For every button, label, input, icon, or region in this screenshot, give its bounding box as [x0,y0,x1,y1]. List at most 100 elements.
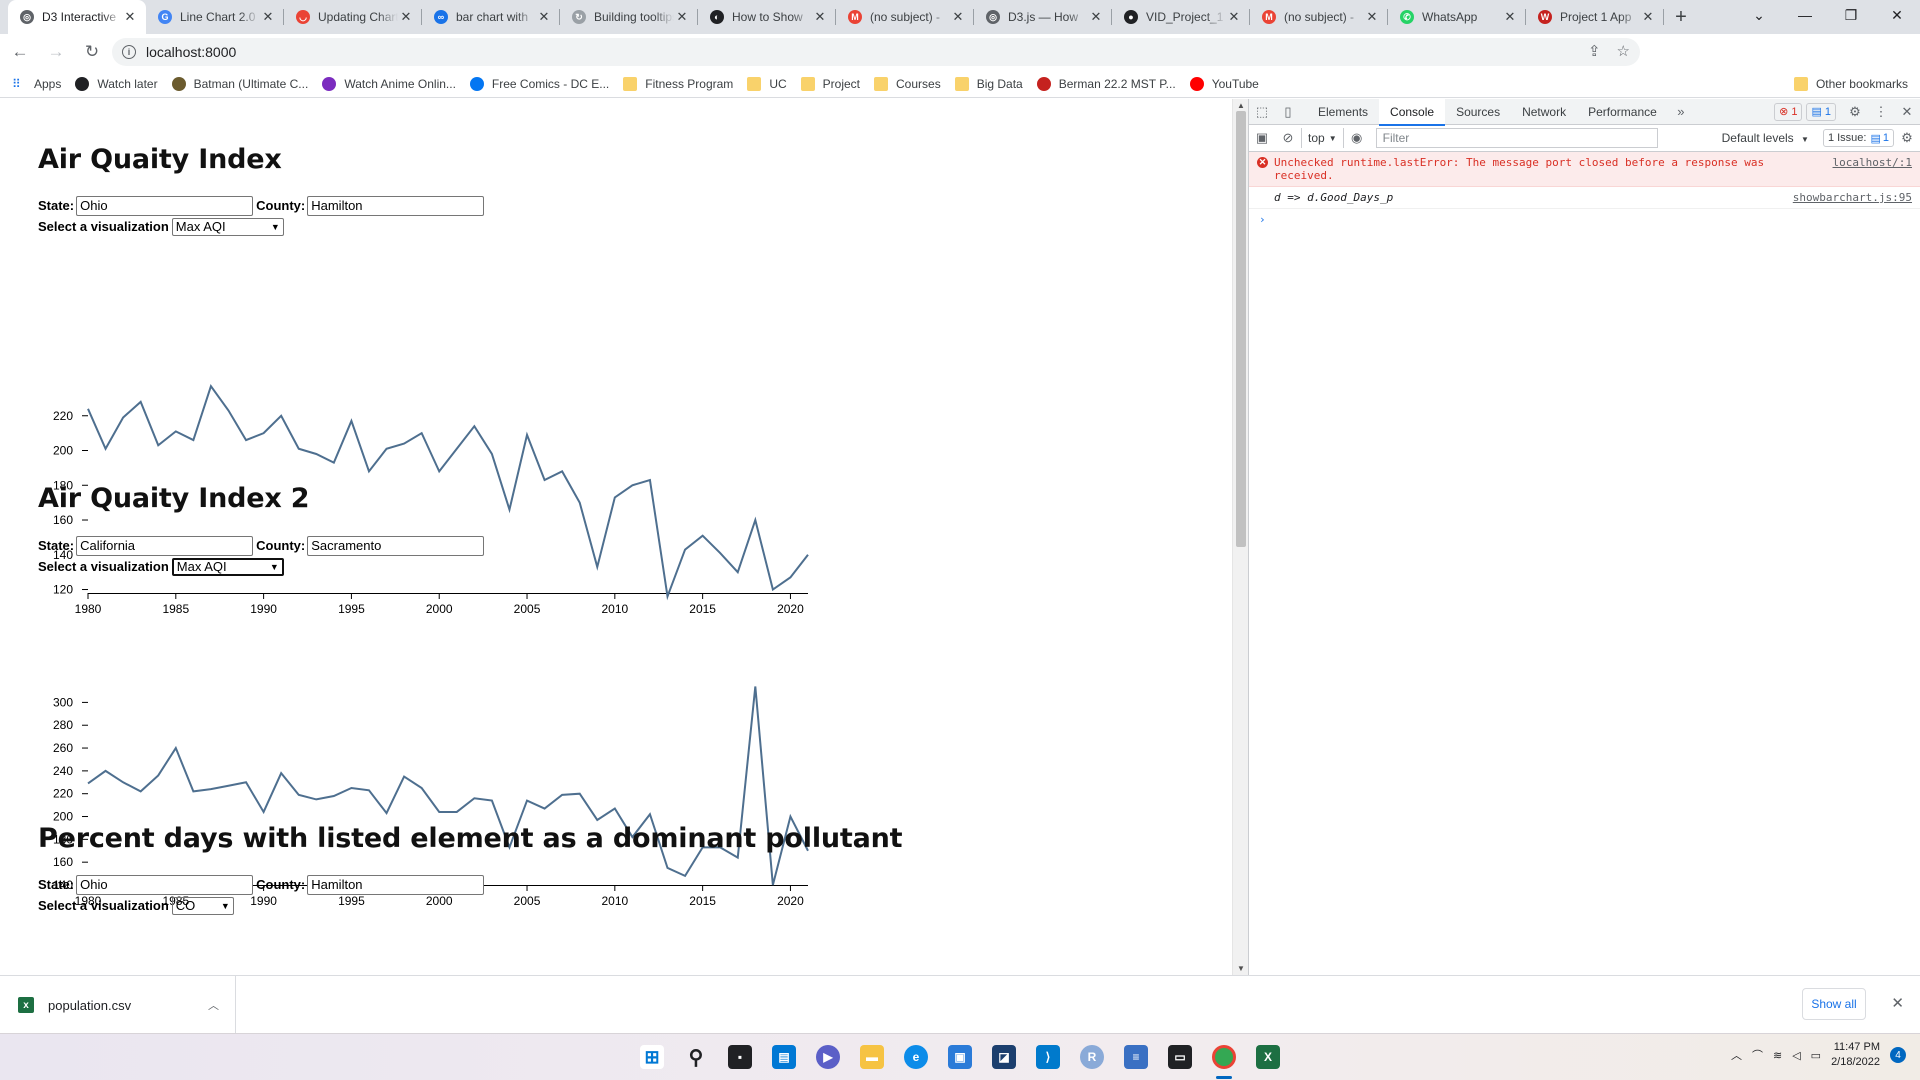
browser-tab[interactable]: ↻ Building tooltips ✕ [560,0,698,34]
bookmark-item[interactable]: Free Comics - DC E... [469,76,609,91]
vscode-icon[interactable]: ⟩ [1036,1045,1060,1069]
bookmark-item[interactable]: ⠿ Apps [12,77,61,91]
browser-tab[interactable]: W Project 1 App ✕ [1526,0,1664,34]
tab-close-icon[interactable]: ✕ [398,9,414,25]
app-icon[interactable]: ◪ [992,1045,1016,1069]
bookmark-item[interactable]: UC [747,76,787,91]
download-item[interactable]: x population.csv ︿ [0,976,236,1034]
terminal-icon[interactable]: ▭ [1168,1045,1192,1069]
store-icon[interactable]: ▣ [948,1045,972,1069]
tab-close-icon[interactable]: ✕ [1364,9,1380,25]
new-tab-button[interactable]: + [1664,0,1698,34]
bookmark-item[interactable]: Berman 22.2 MST P... [1036,76,1176,91]
back-icon[interactable]: ← [4,36,36,68]
settings-gear-icon[interactable]: ⚙ [1842,99,1868,125]
restore-icon[interactable]: ❐ [1828,0,1874,30]
visualization-select[interactable]: Max AQI ▼ [171,217,284,236]
tab-close-icon[interactable]: ✕ [1088,9,1104,25]
notepad-icon[interactable]: ≡ [1124,1045,1148,1069]
console-error-message[interactable]: ✕ Unchecked runtime.lastError: The messa… [1249,152,1920,187]
site-info-icon[interactable]: i [122,45,136,59]
devtools-tab-console[interactable]: Console [1379,98,1446,126]
clock[interactable]: 11:47 PM 2/18/2022 [1831,1040,1880,1070]
search-icon[interactable]: ⚲ [684,1045,708,1069]
console-filter-input[interactable]: Filter [1375,128,1658,148]
tab-close-icon[interactable]: ✕ [950,9,966,25]
log-levels-select[interactable]: Default levels ▼ [1722,131,1809,145]
teams-chat-icon[interactable]: ▶ [816,1045,840,1069]
volume-icon[interactable]: ◁ [1792,1049,1800,1062]
tab-close-icon[interactable]: ✕ [674,9,690,25]
chevron-up-icon[interactable]: ︿ [208,997,219,1013]
bookmark-item[interactable]: Watch later [75,76,158,91]
tab-close-icon[interactable]: ✕ [1502,9,1518,25]
browser-tab[interactable]: ● VID_Project_1 ✕ [1112,0,1250,34]
browser-tab[interactable]: ◎ D3 Interactive ✕ [8,0,146,34]
chrome-icon[interactable] [1212,1045,1236,1069]
wifi-icon[interactable]: ≋ [1773,1049,1782,1062]
clear-console-icon[interactable]: ⊘ [1275,125,1301,151]
tab-close-icon[interactable]: ✕ [536,9,552,25]
county-input[interactable] [307,195,485,216]
browser-tab[interactable]: ◡ Updating Charts ✕ [284,0,422,34]
excel-icon[interactable]: X [1256,1045,1280,1069]
file-explorer-icon[interactable]: ▬ [860,1045,884,1069]
bookmark-item[interactable]: Courses [874,76,941,91]
sidebar-toggle-icon[interactable]: ▣ [1249,125,1275,151]
tab-search-icon[interactable]: ⌄ [1736,0,1782,30]
close-shelf-icon[interactable]: ✕ [1891,994,1904,1012]
console-log-message[interactable]: d => d.Good_Days_p showbarchart.js:95 [1249,187,1920,209]
edge-browser-icon[interactable]: e [904,1045,928,1069]
browser-tab[interactable]: ✆ WhatsApp ✕ [1388,0,1526,34]
browser-tab[interactable]: M (no subject) - ✕ [836,0,974,34]
error-count-badge[interactable]: ⊗ 1 [1774,102,1803,121]
address-bar[interactable]: i localhost:8000 ⇪ ☆ [112,38,1640,66]
console-settings-icon[interactable]: ⚙ [1894,125,1920,151]
task-view-icon[interactable]: ▪ [728,1045,752,1069]
scroll-down-icon[interactable]: ▼ [1237,964,1245,973]
devtools-menu-icon[interactable]: ⋮ [1868,99,1894,125]
page-scrollbar[interactable]: ▲ ▼ [1232,99,1248,975]
browser-tab[interactable]: G Line Chart 2.0 ✕ [146,0,284,34]
error-source-link[interactable]: localhost/:1 [1817,156,1912,182]
notification-badge[interactable]: 4 [1890,1047,1906,1063]
r-icon[interactable]: R [1080,1045,1104,1069]
bookmark-item[interactable]: YouTube [1189,76,1259,91]
close-devtools-icon[interactable]: ✕ [1894,99,1920,125]
devtools-tab-elements[interactable]: Elements [1307,99,1379,125]
browser-tab[interactable]: ◎ D3.js — How ✕ [974,0,1112,34]
visualization-select[interactable]: CO ▼ [171,896,234,915]
network-icon[interactable]: ⌒ [1752,1047,1763,1063]
tab-close-icon[interactable]: ✕ [260,9,276,25]
tab-close-icon[interactable]: ✕ [122,9,138,25]
reload-icon[interactable]: ↻ [76,36,108,68]
show-all-button[interactable]: Show all [1802,988,1866,1020]
context-select[interactable]: top ▼ [1301,128,1344,148]
tab-close-icon[interactable]: ✕ [1226,9,1242,25]
windows-start-icon[interactable]: ⊞ [640,1045,664,1069]
battery-icon[interactable]: ▭ [1811,1049,1821,1062]
share-icon[interactable]: ⇪ [1588,42,1601,60]
browser-tab[interactable]: M (no subject) - ✕ [1250,0,1388,34]
tray-overflow-icon[interactable]: ︿ [1731,1047,1742,1063]
widgets-icon[interactable]: ▤ [772,1045,796,1069]
other-bookmarks[interactable]: Other bookmarks [1793,77,1908,91]
state-input[interactable] [76,535,254,556]
bookmark-item[interactable]: Batman (Ultimate C... [171,76,308,91]
browser-tab[interactable]: ∞ bar chart with ✕ [422,0,560,34]
state-input[interactable] [76,874,254,895]
inspect-element-icon[interactable]: ⬚ [1249,99,1275,125]
forward-icon[interactable]: → [40,36,72,68]
console-prompt[interactable]: › [1249,209,1920,230]
county-input[interactable] [307,535,485,556]
bookmark-item[interactable]: Fitness Program [623,76,733,91]
device-toolbar-icon[interactable]: ▯ [1275,99,1301,125]
live-expression-eye-icon[interactable]: ◉ [1344,125,1370,151]
message-count-badge[interactable]: ▤ 1 [1806,102,1836,121]
bookmark-item[interactable]: Project [800,76,860,91]
browser-tab[interactable]: ◐ How to Show ✕ [698,0,836,34]
devtools-tab-network[interactable]: Network [1511,99,1577,125]
devtools-tab-sources[interactable]: Sources [1445,99,1511,125]
log-source-link[interactable]: showbarchart.js:95 [1777,191,1912,204]
tab-close-icon[interactable]: ✕ [1640,9,1656,25]
